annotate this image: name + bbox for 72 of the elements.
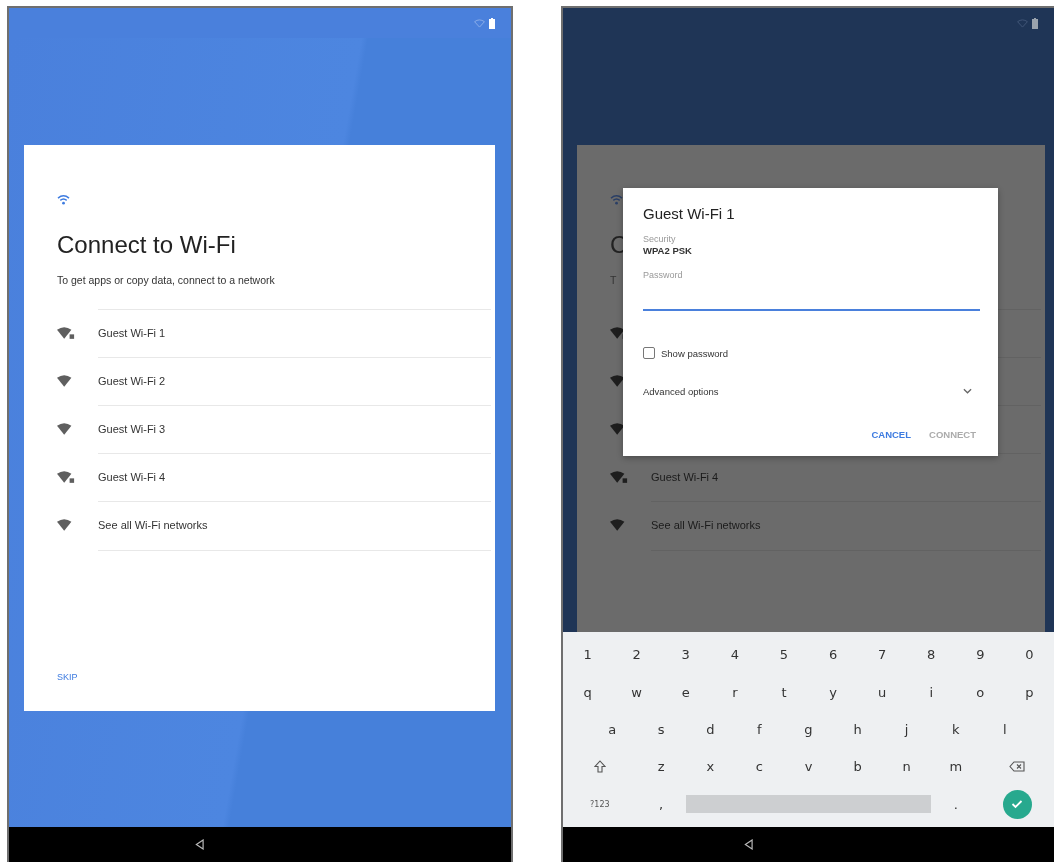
shift-icon bbox=[593, 760, 606, 774]
keyboard-key[interactable]: 3 bbox=[661, 636, 711, 674]
network-item[interactable]: Guest Wi-Fi 3 bbox=[57, 405, 495, 453]
keyboard-key[interactable]: g bbox=[783, 710, 834, 749]
keyboard-key[interactable]: 5 bbox=[759, 636, 809, 674]
keyboard-key[interactable]: d bbox=[685, 710, 735, 749]
network-name: See all Wi-Fi networks bbox=[651, 519, 761, 531]
keyboard-key[interactable]: x bbox=[685, 748, 735, 786]
keyboard-key[interactable]: i bbox=[906, 673, 956, 711]
keyboard-key[interactable]: c bbox=[734, 748, 784, 786]
keyboard-key[interactable]: 1 bbox=[563, 636, 613, 674]
keyboard-key[interactable]: k bbox=[931, 710, 981, 749]
back-icon[interactable] bbox=[195, 839, 204, 850]
keyboard-key[interactable]: 0 bbox=[1004, 636, 1054, 674]
keyboard-key[interactable]: o bbox=[955, 673, 1005, 711]
keyboard-key[interactable]: a bbox=[587, 710, 637, 749]
keyboard-key[interactable]: w bbox=[612, 673, 662, 711]
keyboard-key[interactable]: l bbox=[980, 710, 1030, 749]
battery-icon bbox=[1032, 17, 1038, 29]
skip-button[interactable]: SKIP bbox=[57, 672, 78, 682]
advanced-options-row[interactable]: Advanced options bbox=[643, 383, 980, 399]
keyboard-key[interactable]: 8 bbox=[906, 636, 956, 674]
network-name: Guest Wi-Fi 4 bbox=[651, 471, 719, 483]
enter-key[interactable] bbox=[1002, 789, 1032, 819]
keyboard-key[interactable]: r bbox=[710, 673, 760, 711]
wifi-status-icon bbox=[474, 18, 485, 28]
dialog-title: Guest Wi-Fi 1 bbox=[643, 205, 736, 223]
keyboard-key[interactable]: 6 bbox=[808, 636, 858, 674]
check-icon bbox=[1011, 799, 1024, 810]
keyboard-key[interactable]: u bbox=[857, 673, 907, 711]
keyboard-key[interactable]: 7 bbox=[857, 636, 907, 674]
keyboard-key[interactable]: 9 bbox=[955, 636, 1005, 674]
keyboard-key[interactable]: , bbox=[636, 785, 686, 824]
wifi-status-icon bbox=[1017, 18, 1028, 28]
security-value: WPA2 PSK bbox=[643, 245, 693, 257]
keyboard-key[interactable]: n bbox=[882, 748, 932, 786]
keyboard-key[interactable]: . bbox=[931, 785, 981, 824]
network-item[interactable]: See all Wi-Fi networks bbox=[57, 501, 495, 550]
secured-wifi-icon bbox=[57, 470, 75, 484]
checkbox-label: Show password bbox=[661, 347, 729, 359]
keyboard-key[interactable]: z bbox=[636, 748, 686, 786]
wifi-icon bbox=[57, 194, 70, 205]
network-item[interactable]: Guest Wi-Fi 4 bbox=[57, 453, 495, 501]
dialog-button[interactable]: CANCEL bbox=[871, 429, 911, 440]
backspace-icon bbox=[1009, 761, 1026, 773]
keyboard-key[interactable]: j bbox=[882, 710, 932, 749]
secured-wifi-icon bbox=[57, 326, 75, 340]
keyboard-key[interactable]: v bbox=[783, 748, 834, 786]
keyboard-key[interactable]: 2 bbox=[612, 636, 662, 674]
checkbox[interactable] bbox=[643, 347, 655, 359]
network-item[interactable]: Guest Wi-Fi 1 bbox=[57, 309, 495, 357]
keyboard-key[interactable]: e bbox=[661, 673, 711, 711]
keyboard-key[interactable]: ?123 bbox=[563, 785, 637, 824]
keyboard-key[interactable]: h bbox=[833, 710, 883, 749]
keyboard-key[interactable]: q bbox=[563, 673, 613, 711]
keyboard-key[interactable]: s bbox=[636, 710, 686, 749]
keyboard-key[interactable]: b bbox=[833, 748, 883, 786]
password-label: Password bbox=[643, 269, 684, 281]
keyboard-key[interactable]: 4 bbox=[710, 636, 760, 674]
keyboard-key[interactable]: p bbox=[1004, 673, 1054, 711]
network-item[interactable]: Guest Wi-Fi 2 bbox=[57, 357, 495, 405]
secured-wifi-icon bbox=[610, 470, 628, 484]
keyboard-key[interactable]: f bbox=[734, 710, 784, 749]
keyboard-key[interactable]: t bbox=[759, 673, 809, 711]
security-label: Security bbox=[643, 233, 677, 245]
back-icon[interactable] bbox=[744, 839, 753, 850]
battery-icon bbox=[489, 17, 495, 29]
wifi-icon bbox=[610, 194, 623, 205]
page-title: Connect to Wi-Fi bbox=[57, 230, 236, 260]
keyboard-key[interactable]: y bbox=[808, 673, 858, 711]
page-subtitle: To get apps or copy data, connect to a network bbox=[57, 273, 275, 287]
keyboard-key[interactable]: m bbox=[931, 748, 981, 786]
